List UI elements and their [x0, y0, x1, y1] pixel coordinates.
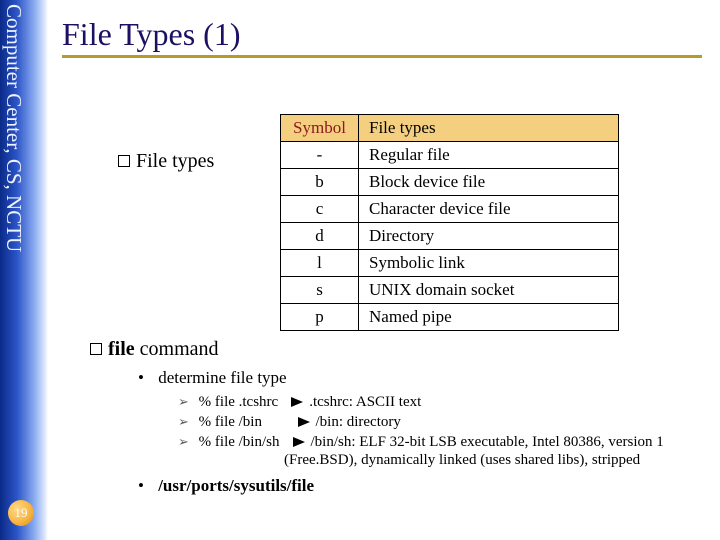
example-2: % file /bin /bin: directory — [178, 412, 401, 432]
table-row: bBlock device file — [281, 169, 619, 196]
table-row: cCharacter device file — [281, 196, 619, 223]
cell-sym: l — [281, 250, 359, 277]
cell-desc: Character device file — [359, 196, 619, 223]
title-underline — [62, 55, 702, 58]
checkbox-icon — [90, 343, 102, 355]
sidebar: Computer Center, CS, NCTU 19 — [0, 0, 48, 540]
cell-sym: p — [281, 304, 359, 331]
file-cmd-suffix: command — [135, 338, 219, 360]
arrow-icon — [293, 437, 305, 447]
cell-desc: UNIX domain socket — [359, 277, 619, 304]
bullet-file-types-label: File types — [136, 150, 214, 173]
table-row: sUNIX domain socket — [281, 277, 619, 304]
arrow-icon — [298, 417, 310, 427]
example-3: % file /bin/sh /bin/sh: ELF 32-bit LSB e… — [178, 432, 664, 452]
cell-desc: Symbolic link — [359, 250, 619, 277]
file-types-table: Symbol File types -Regular file bBlock d… — [280, 114, 619, 331]
table-row: -Regular file — [281, 142, 619, 169]
cell-sym: d — [281, 223, 359, 250]
example-1: % file .tcshrc .tcshrc: ASCII text — [178, 392, 421, 412]
example-2-cmd: % file /bin — [199, 414, 262, 430]
page-number: 19 — [15, 505, 28, 521]
example-2-out: /bin: directory — [312, 414, 401, 430]
bullet-file-command-label: file command — [108, 338, 219, 361]
sub-path-text: /usr/ports/sysutils/file — [158, 476, 314, 495]
cell-sym: c — [281, 196, 359, 223]
arrow-icon — [291, 397, 303, 407]
bullet-file-command: file command — [90, 338, 219, 361]
table-row: lSymbolic link — [281, 250, 619, 277]
cell-sym: s — [281, 277, 359, 304]
cell-sym: - — [281, 142, 359, 169]
cell-sym: b — [281, 169, 359, 196]
cell-desc: Block device file — [359, 169, 619, 196]
cell-desc: Named pipe — [359, 304, 619, 331]
sub-determine-text: determine file type — [158, 368, 286, 387]
th-filetypes: File types — [359, 115, 619, 142]
table-header-row: Symbol File types — [281, 115, 619, 142]
page-number-badge: 19 — [8, 500, 34, 526]
th-symbol: Symbol — [281, 115, 359, 142]
cell-desc: Directory — [359, 223, 619, 250]
sub-path: /usr/ports/sysutils/file — [138, 476, 314, 496]
bullet-file-types: File types — [118, 150, 214, 173]
table-row: pNamed pipe — [281, 304, 619, 331]
content: File Types (1) File types Symbol File ty… — [62, 0, 720, 540]
sub-determine: determine file type — [138, 368, 287, 388]
example-1-out: .tcshrc: ASCII text — [305, 394, 421, 410]
file-cmd-name: file — [108, 338, 135, 360]
sidebar-label: Computer Center, CS, NCTU — [1, 4, 26, 252]
sidebar-label-container: Computer Center, CS, NCTU — [4, 4, 30, 384]
checkbox-icon — [118, 155, 130, 167]
table-row: dDirectory — [281, 223, 619, 250]
example-1-cmd: % file .tcshrc — [199, 394, 279, 410]
example-3-out: /bin/sh: ELF 32-bit LSB executable, Inte… — [307, 434, 664, 450]
slide-title: File Types (1) — [62, 16, 720, 53]
example-3-cmd: % file /bin/sh — [199, 434, 280, 450]
cell-desc: Regular file — [359, 142, 619, 169]
example-3-line2: (Free.BSD), dynamically linked (uses sha… — [284, 452, 640, 469]
slide: Computer Center, CS, NCTU 19 File Types … — [0, 0, 720, 540]
